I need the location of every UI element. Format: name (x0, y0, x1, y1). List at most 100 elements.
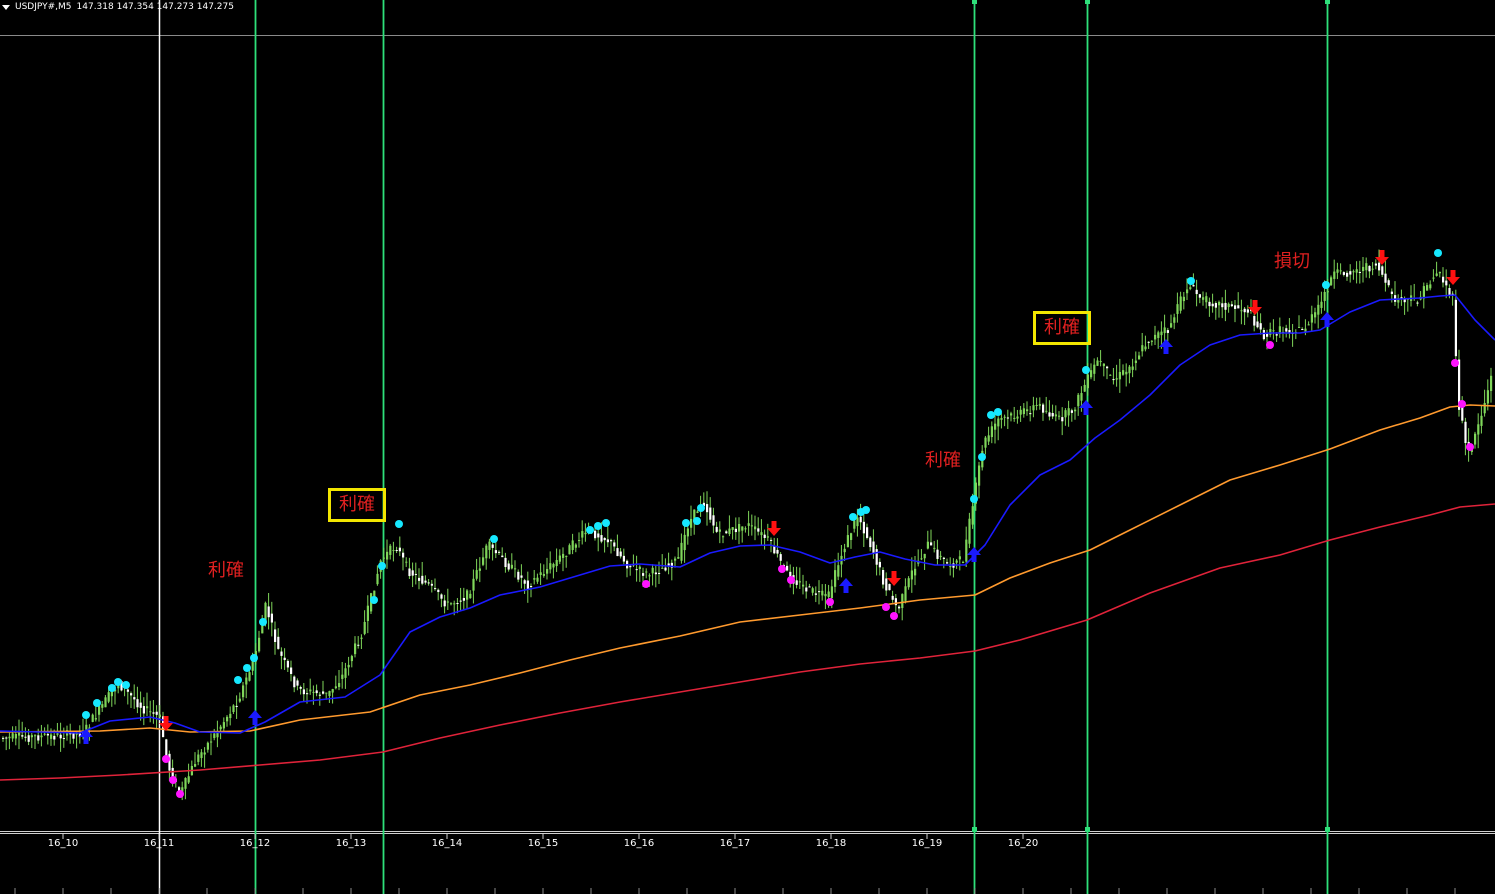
candle-body (1429, 284, 1432, 289)
candle-body (686, 528, 689, 537)
candle-body (862, 521, 865, 534)
candle-body (1240, 310, 1243, 312)
candle-body (155, 711, 158, 715)
x-axis-tick-label: 16_19 (912, 838, 942, 849)
candle-body (347, 664, 350, 668)
candle-body (850, 533, 853, 540)
candle-body (187, 776, 190, 783)
signal-low-dot (169, 776, 177, 784)
candle-body (50, 734, 53, 739)
candle-body (1339, 270, 1342, 272)
candle-body (683, 534, 686, 551)
signal-high-dot (250, 654, 258, 662)
candle-body (1182, 296, 1185, 302)
candle-body (734, 528, 737, 533)
candle-body (322, 691, 325, 694)
candle-body (1454, 299, 1457, 357)
vertical-marker-anchor (1325, 827, 1330, 832)
candle-body (85, 724, 88, 731)
candle-body (1262, 330, 1265, 340)
candle-body (744, 528, 747, 530)
sell-arrow-icon (1248, 300, 1262, 315)
signal-high-dot (114, 678, 122, 686)
candle-body (530, 585, 533, 587)
symbol-header: USDJPY#,M5 147.318 147.354 147.273 147.2… (2, 2, 234, 12)
candle-body (1381, 266, 1384, 275)
candle-body (629, 565, 632, 568)
candle-body (1170, 323, 1173, 328)
candle-body (277, 636, 280, 649)
candle-body (939, 555, 942, 557)
candle-body (1365, 263, 1368, 271)
candle-body (1422, 286, 1425, 299)
candle-body (946, 562, 949, 564)
signal-high-dot (849, 513, 857, 521)
price-chart[interactable]: 16_10 16_11 16_12 16_13 16_14 16_15 16_16 16_17… (0, 0, 1495, 894)
candle-body (24, 736, 27, 738)
candle-body (482, 557, 485, 565)
candle-body (616, 548, 619, 557)
candle-body (453, 603, 456, 605)
candle-body (565, 555, 568, 557)
candle-body (658, 572, 661, 574)
candle-body (411, 570, 414, 576)
candle-body (1336, 269, 1339, 273)
candle-body (504, 557, 507, 568)
signal-high-dot (259, 618, 267, 626)
candle-body (926, 541, 929, 549)
candle-body (779, 554, 782, 561)
sell-arrow-icon (767, 521, 781, 536)
candle-body (866, 527, 869, 538)
candle-body (1099, 361, 1102, 363)
candle-body (213, 733, 216, 739)
dropdown-triangle-icon[interactable] (2, 4, 10, 10)
signal-high-dot (1082, 366, 1090, 374)
candle-body (1243, 308, 1246, 313)
candle-body (472, 578, 475, 591)
candle-body (904, 586, 907, 601)
signal-low-dot (787, 576, 795, 584)
signal-high-dot (490, 535, 498, 543)
candle-body (1205, 296, 1208, 303)
candle-body (818, 591, 821, 593)
candle-body (1147, 341, 1150, 343)
candle-body (584, 532, 587, 535)
vertical-marker-anchor (972, 0, 977, 4)
candle-body (674, 558, 677, 561)
candle-body (498, 551, 501, 553)
annotation-take-profit-4: 利確 (1033, 311, 1091, 345)
candle-body (1112, 379, 1115, 381)
candle-body (856, 517, 859, 527)
candle-body (27, 735, 30, 742)
candle-body (725, 531, 728, 534)
candle-body (302, 689, 305, 695)
candle-body (1157, 332, 1160, 338)
candle-body (1150, 340, 1153, 342)
candle-body (1118, 371, 1121, 380)
candle-body (1480, 415, 1483, 426)
candle-body (1342, 272, 1345, 275)
candle-body (526, 580, 529, 590)
candle-body (1029, 413, 1032, 415)
candle-body (1019, 409, 1022, 415)
candle-body (338, 683, 341, 687)
candle-body (1272, 330, 1275, 332)
candle-body (296, 680, 299, 686)
candle-body (139, 702, 142, 708)
candle-body (1298, 326, 1301, 328)
candle-body (1042, 404, 1045, 413)
candle-body (843, 548, 846, 553)
candle-body (1093, 364, 1096, 374)
candle-body (757, 528, 760, 532)
signal-high-dot (602, 519, 610, 527)
candle-body (1349, 271, 1352, 275)
candle-body (763, 534, 766, 538)
candle-body (510, 564, 513, 569)
candle-body (360, 637, 363, 639)
candle-body (299, 687, 302, 689)
candle-body (222, 722, 225, 729)
candle-body (142, 706, 145, 714)
candle-body (597, 533, 600, 538)
candle-body (459, 600, 462, 602)
candle-body (34, 735, 37, 737)
